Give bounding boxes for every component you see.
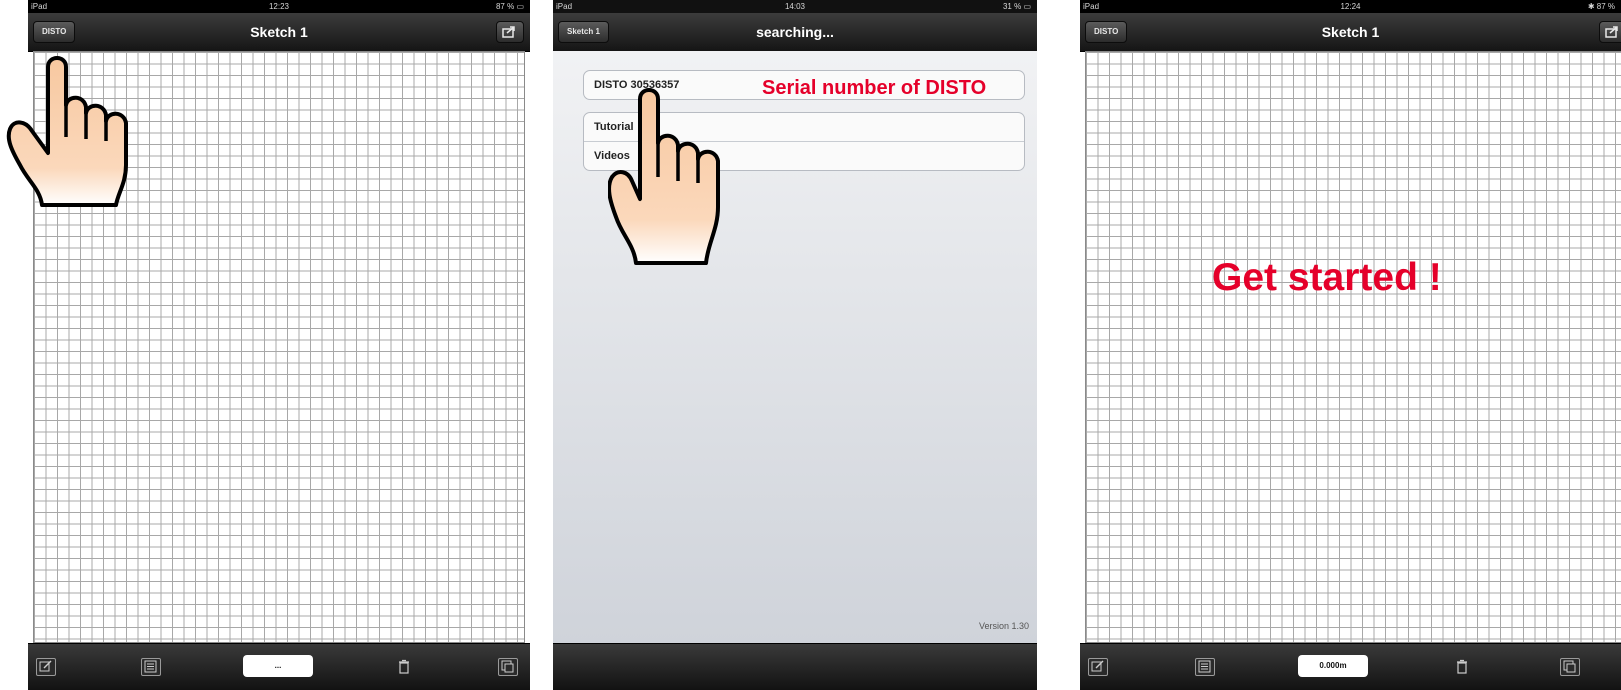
- edit-button[interactable]: [36, 658, 56, 676]
- bottom-toolbar: ...: [28, 643, 530, 690]
- bottom-toolbar: 0.000m: [1080, 643, 1621, 690]
- trash-button[interactable]: [395, 658, 413, 674]
- status-bar: iPad 12:23 87 % ▭: [28, 0, 530, 13]
- edit-button[interactable]: [1088, 658, 1108, 676]
- page-title: Sketch 1: [250, 24, 308, 40]
- battery-icon: ▭: [1023, 2, 1031, 11]
- share-icon: [1605, 26, 1618, 38]
- pointing-hand-icon: [6, 56, 128, 207]
- navigation-bar: DISTO Sketch 1: [28, 13, 530, 52]
- list-icon: [144, 660, 157, 673]
- bottom-toolbar: [553, 643, 1037, 690]
- layers-icon: [1563, 660, 1576, 673]
- battery-label: 87 % ▭: [495, 2, 524, 11]
- battery-label: 31 % ▭: [1002, 2, 1031, 11]
- navigation-bar: Sketch 1 searching...: [553, 13, 1037, 52]
- screen-sketch-connected: iPad 12:24 ✱ 87 % DISTO Sketch 1 0.000m: [1080, 0, 1621, 690]
- version-label: Version 1.30: [978, 621, 1029, 631]
- measurement-field[interactable]: 0.000m: [1298, 655, 1368, 677]
- page-title: Sketch 1: [1321, 24, 1380, 40]
- list-icon: [1198, 660, 1211, 673]
- bluetooth-icon: ✱: [1587, 2, 1595, 11]
- share-button[interactable]: [496, 21, 524, 43]
- edit-icon: [39, 660, 52, 672]
- share-button[interactable]: [1599, 21, 1621, 43]
- serial-number-annotation: Serial number of DISTO: [762, 77, 987, 99]
- navigation-bar: DISTO Sketch 1: [1080, 13, 1621, 52]
- layers-icon: [501, 660, 514, 673]
- share-icon: [502, 26, 515, 38]
- trash-icon: [1457, 659, 1467, 674]
- layers-button[interactable]: [1560, 658, 1580, 676]
- layers-button[interactable]: [498, 658, 518, 676]
- trash-icon: [399, 659, 409, 674]
- battery-icon: ▭: [516, 2, 524, 11]
- page-title: searching...: [756, 24, 834, 40]
- list-button[interactable]: [1195, 658, 1215, 676]
- get-started-annotation: Get started !: [1212, 256, 1442, 299]
- clock-label: 12:24: [1340, 2, 1361, 11]
- measurement-field[interactable]: ...: [243, 655, 313, 677]
- list-button[interactable]: [141, 658, 161, 676]
- clock-label: 14:03: [784, 2, 806, 11]
- status-bar: iPad 14:03 31 % ▭: [553, 0, 1037, 13]
- pointing-hand-icon: [608, 88, 720, 265]
- sketch-canvas[interactable]: [1085, 51, 1621, 643]
- battery-label: ✱ 87 %: [1587, 2, 1615, 11]
- status-bar: iPad 12:24 ✱ 87 %: [1080, 0, 1621, 13]
- clock-label: 12:23: [268, 2, 290, 11]
- trash-button[interactable]: [1453, 658, 1471, 674]
- edit-icon: [1091, 660, 1104, 672]
